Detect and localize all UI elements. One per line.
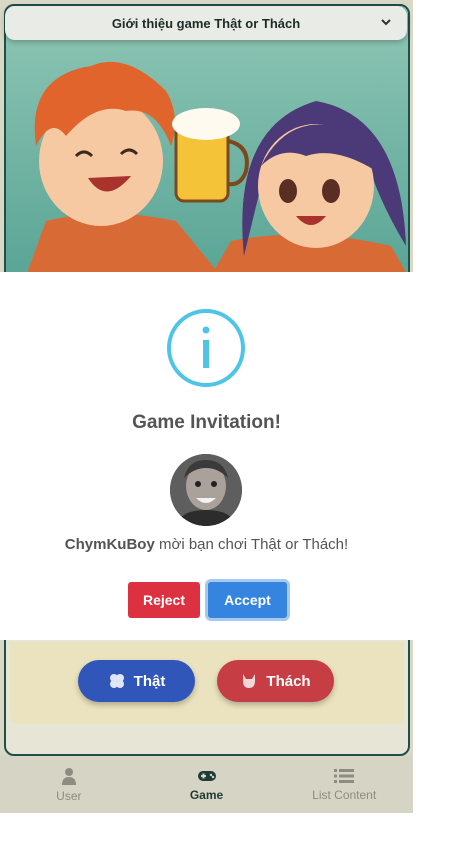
chevron-down-icon (381, 19, 391, 26)
nav-item-user[interactable]: User (0, 756, 138, 813)
info-icon (167, 309, 245, 387)
dare-label: Thách (266, 672, 311, 690)
truth-button[interactable]: Thật (78, 660, 195, 702)
intro-title: Giới thiệu game Thật or Thách (111, 15, 301, 31)
nav-item-list-content[interactable]: List Content (275, 756, 413, 813)
inviter-avatar (170, 454, 242, 526)
dare-button[interactable]: Thách (217, 660, 334, 702)
nav-item-game[interactable]: Game (138, 756, 276, 813)
nav-label-list-content: List Content (312, 787, 377, 802)
invitation-message: ChymKuBoy mời bạn chơi Thật or Thách! (0, 536, 413, 553)
game-panel (10, 642, 404, 724)
bottom-nav: User Game List Content (0, 756, 413, 813)
inviter-name: ChymKuBoy (64, 536, 155, 553)
accept-button[interactable]: Accept (208, 582, 287, 618)
reject-button[interactable]: Reject (128, 582, 200, 618)
modal-title: Game Invitation! (132, 412, 281, 433)
game-illustration (6, 6, 408, 276)
clover-icon (109, 674, 124, 688)
devil-icon (243, 674, 256, 688)
user-icon (61, 767, 76, 785)
intro-dropdown[interactable]: Giới thiệu game Thật or Thách (5, 6, 407, 40)
truth-label: Thật (133, 672, 166, 690)
list-icon (334, 768, 355, 783)
invitation-modal: Game Invitation! ChymKuBoy mời bạn chơi … (0, 272, 413, 640)
nav-label-game: Game (189, 787, 224, 802)
gamepad-icon (197, 770, 216, 781)
invitation-text: mời bạn chơi Thật or Thách! (158, 536, 349, 553)
nav-label-user: User (56, 788, 82, 803)
